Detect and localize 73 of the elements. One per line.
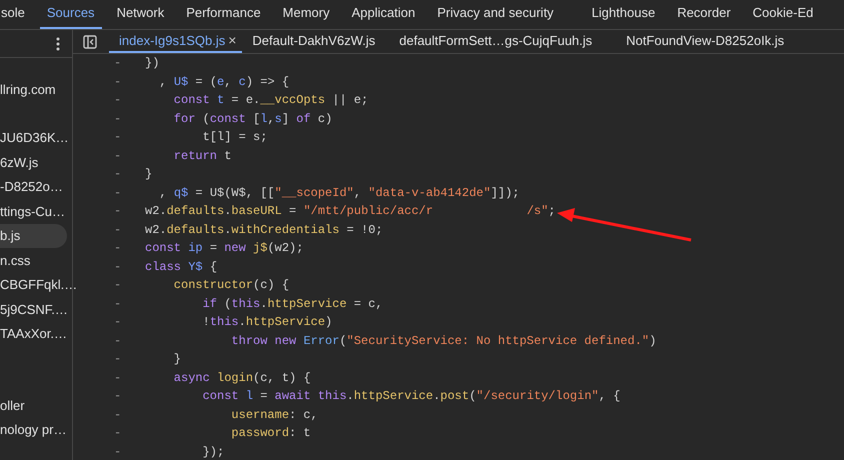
code-line: t[l] = s; — [202, 130, 268, 144]
diff-marker: - — [114, 352, 122, 366]
file-tree-item[interactable]: oller — [0, 393, 72, 418]
file-tree-item[interactable]: b.js — [0, 224, 67, 248]
code-line: const t = e.__vccOpts || e; — [172, 93, 368, 107]
file-tree-item[interactable]: 5j9CSNF.… — [0, 297, 72, 322]
diff-marker: - — [114, 222, 122, 236]
code-line: async login(c, t) { — [172, 370, 311, 384]
code-line: }) — [145, 56, 160, 70]
code-line: , q$ = U$(W$, [["__scopeId", "data-v-ab4142de"]]); — [158, 186, 520, 200]
panel-tab[interactable]: Cookie-Ed — [746, 0, 820, 29]
panel-tab[interactable]: Recorder — [670, 0, 738, 29]
panel-tab[interactable]: Memory — [276, 0, 337, 29]
close-tab-button[interactable]: × — [228, 30, 236, 51]
code-line: } — [172, 352, 182, 366]
diff-marker: - — [114, 241, 122, 255]
panel-tab[interactable]: Network — [110, 0, 172, 29]
file-tab[interactable]: Default-DakhV6zW.js — [242, 30, 386, 53]
diff-marker: - — [114, 74, 122, 88]
file-tab[interactable]: NotFoundView-D8252oIk.js — [616, 30, 794, 53]
code-line: if (this.httpService = c, — [202, 296, 383, 310]
diff-marker: - — [114, 204, 122, 218]
diff-marker: - — [114, 56, 122, 70]
file-tab-label: index-Ig9s1SQb.js — [119, 32, 226, 50]
code-line: w2.defaults.withCredentials = !0; — [145, 222, 383, 236]
code-line: w2.defaults.baseURL = "/mtt/public/acc/r /s"; — [145, 204, 556, 218]
file-tab-background[interactable]: index-Ig9s1SQb.js × — [109, 30, 242, 53]
code-line: return t — [172, 148, 232, 162]
file-tree-item[interactable]: n.css — [0, 248, 72, 272]
file-tree-item[interactable]: llring.com — [0, 77, 72, 102]
diff-marker: - — [114, 278, 122, 292]
diff-marker: - — [114, 167, 122, 181]
panel-tab[interactable]: Lighthouse — [584, 0, 662, 29]
diff-marker: - — [114, 334, 122, 348]
code-line: username: c, — [230, 408, 318, 422]
diff-marker: - — [114, 315, 122, 329]
code-line: !this.httpService) — [202, 315, 332, 329]
diff-marker: - — [114, 408, 122, 422]
diff-marker: - — [114, 296, 122, 310]
code-line: } — [145, 167, 152, 181]
diff-marker: - — [114, 389, 122, 403]
file-tree-item[interactable]: -D8252o… — [0, 174, 72, 199]
diff-marker: - — [114, 93, 122, 107]
diff-marker: - — [114, 370, 122, 384]
diff-marker: - — [114, 186, 122, 200]
panel-tab[interactable]: Application — [344, 0, 422, 29]
diff-marker: - — [114, 112, 122, 126]
diff-marker: - — [114, 426, 122, 440]
file-tree-item[interactable]: 6zW.js — [0, 150, 72, 174]
file-tree-item[interactable]: nology pr… — [0, 418, 72, 442]
panel-tab[interactable]: sole — [1, 0, 32, 29]
file-tree-item[interactable]: ttings-Cu… — [0, 199, 72, 224]
diff-marker: - — [114, 130, 122, 144]
file-tree-item[interactable]: TAAxXor.… — [0, 322, 72, 346]
panel-tab[interactable]: Performance — [179, 0, 268, 29]
code-line: password: t — [230, 426, 311, 440]
code-line: }); — [202, 444, 224, 458]
file-tree-item[interactable]: JU6D36K… — [0, 126, 72, 150]
panel-tab[interactable]: Sources — [40, 0, 102, 29]
code-line: class Y$ { — [145, 260, 218, 274]
code-line: , U$ = (e, c) => { — [158, 74, 290, 88]
sidebar-toggle-icon[interactable] — [83, 34, 97, 48]
code-line: throw new Error("SecurityService: No httpService defined.") — [230, 334, 656, 348]
code-line: const ip = new j$(w2); — [145, 241, 304, 255]
diff-marker: - — [114, 444, 122, 458]
code-line: constructor(c) { — [172, 278, 290, 292]
file-tab[interactable]: defaultFormSett…gs-CujqFuuh.js — [389, 30, 602, 53]
more-options-icon[interactable] — [56, 36, 60, 50]
code-line: const l = await this.httpService.post("/security/login", { — [202, 389, 620, 403]
panel-tab[interactable]: Privacy and security — [430, 0, 561, 29]
diff-marker: - — [114, 148, 122, 162]
code-line: for (const [l,s] of c) — [172, 112, 332, 126]
diff-marker: - — [114, 260, 122, 274]
